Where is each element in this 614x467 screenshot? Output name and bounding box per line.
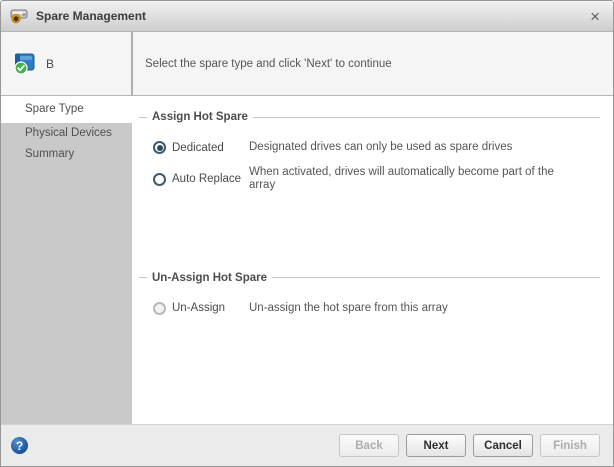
option-row-unassign: Un-Assign Un-assign the hot spare from t… <box>153 302 600 316</box>
array-name: B <box>46 56 55 71</box>
sidebar-item-physical-devices[interactable]: Physical Devices <box>1 123 132 144</box>
unassign-hot-spare-title: Un-Assign Hot Spare <box>152 271 268 284</box>
unassign-description: Un-assign the hot spare from this array <box>249 301 448 314</box>
finish-button[interactable]: Finish <box>540 434 600 457</box>
svg-text:✱: ✱ <box>13 14 20 23</box>
option-row-auto-replace: Auto Replace When activated, drives will… <box>153 166 600 193</box>
footer-bar: ? Back Next Cancel Finish <box>1 424 613 466</box>
wizard-header: B Select the spare type and click 'Next'… <box>1 32 613 96</box>
radio-unassign[interactable] <box>153 301 166 315</box>
close-icon[interactable]: × <box>586 8 604 25</box>
spare-management-window: ✱ Spare Management × B Select the spare … <box>0 0 614 467</box>
radio-dedicated-label[interactable]: Dedicated <box>172 142 224 154</box>
radio-unassign-label[interactable]: Un-Assign <box>172 302 225 314</box>
option-row-dedicated: Dedicated Designated drives can only be … <box>153 141 600 155</box>
auto-replace-description: When activated, drives will automaticall… <box>249 165 554 192</box>
array-icon <box>13 53 37 75</box>
spare-management-icon: ✱ <box>10 8 29 24</box>
assign-hot-spare-title: Assign Hot Spare <box>152 111 248 123</box>
unassign-hot-spare-section: Un-Assign Hot Spare Un-Assign Un-assign … <box>139 272 600 316</box>
cancel-button[interactable]: Cancel <box>473 434 533 457</box>
sidebar-item-spare-type[interactable]: Spare Type <box>1 96 132 123</box>
wizard-content: Assign Hot Spare Dedicated Designated dr… <box>132 96 613 424</box>
back-button[interactable]: Back <box>339 434 399 457</box>
titlebar[interactable]: ✱ Spare Management × <box>1 1 613 32</box>
assign-hot-spare-section: Assign Hot Spare Dedicated Designated dr… <box>139 111 600 193</box>
wizard-buttons: Back Next Cancel Finish <box>339 434 600 457</box>
radio-auto-replace[interactable] <box>153 172 166 186</box>
array-identity: B <box>1 32 131 95</box>
wizard-steps-sidebar: Spare Type Physical Devices Summary <box>1 96 132 424</box>
window-title: Spare Management <box>36 9 147 23</box>
radio-dedicated[interactable] <box>153 141 166 155</box>
help-icon[interactable]: ? <box>11 437 28 454</box>
radio-auto-replace-label[interactable]: Auto Replace <box>172 173 241 185</box>
dedicated-description: Designated drives can only be used as sp… <box>249 141 513 153</box>
sidebar-item-summary[interactable]: Summary <box>1 144 132 165</box>
wizard-instruction: Select the spare type and click 'Next' t… <box>145 57 392 70</box>
next-button[interactable]: Next <box>406 434 466 457</box>
